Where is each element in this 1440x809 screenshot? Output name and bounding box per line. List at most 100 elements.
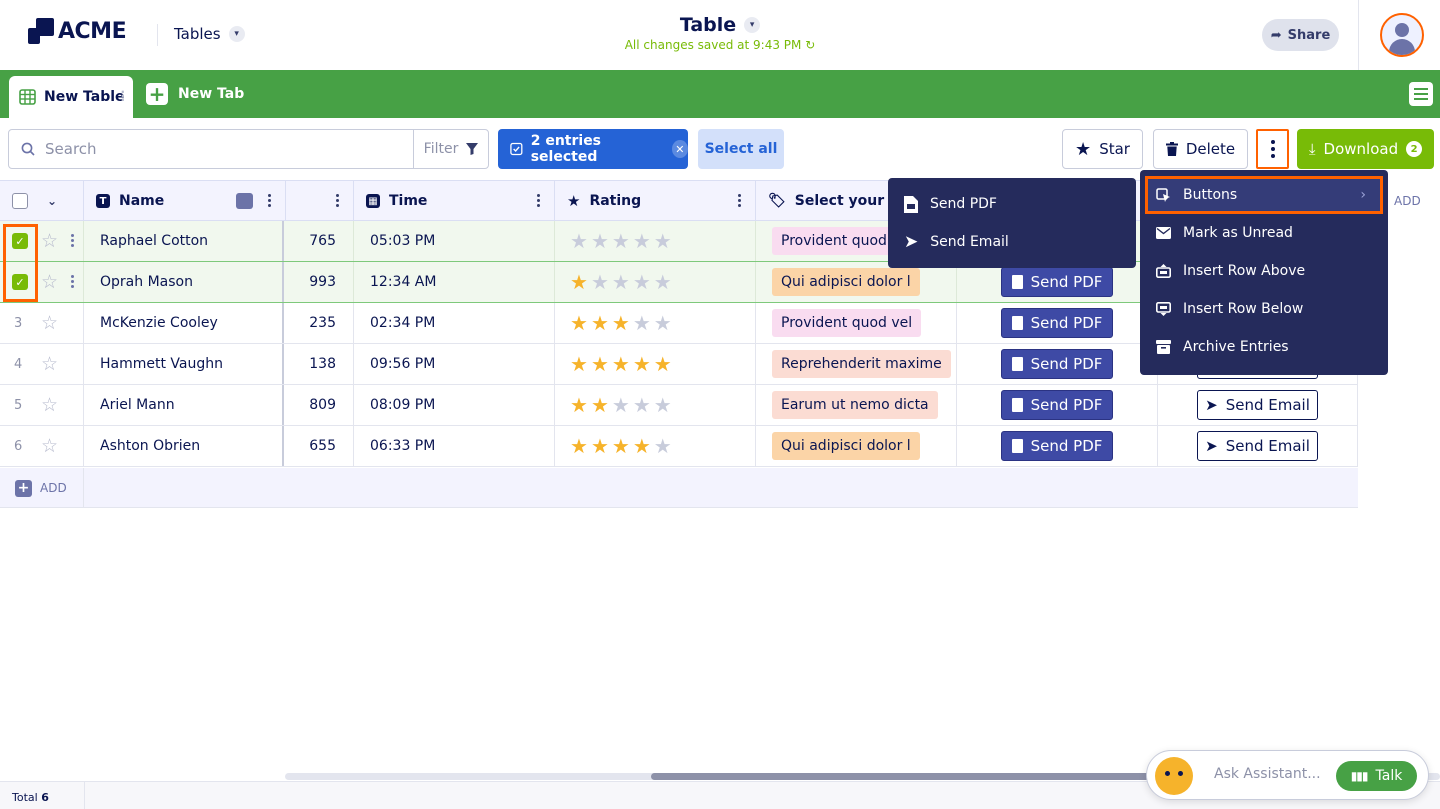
- rating-star-icon[interactable]: ★: [591, 313, 609, 333]
- option-cell[interactable]: Qui adipisci dolor l: [756, 426, 957, 466]
- rating-star-icon[interactable]: ★: [570, 272, 588, 292]
- assistant-widget[interactable]: Ask Assistant... ▮▮▮ Talk: [1146, 750, 1429, 800]
- tab-options-icon[interactable]: · · ·: [120, 86, 125, 106]
- rating-cell[interactable]: ★ ★ ★ ★ ★: [555, 426, 756, 466]
- rating-star-icon[interactable]: ★: [633, 231, 651, 251]
- rating-star-icon[interactable]: ★: [633, 272, 651, 292]
- rating-cell[interactable]: ★ ★ ★ ★ ★: [555, 262, 756, 302]
- name-cell[interactable]: Ariel Mann: [84, 385, 284, 425]
- number-cell[interactable]: 655: [286, 426, 354, 466]
- time-cell[interactable]: 09:56 PM: [354, 344, 555, 384]
- send-pdf-button[interactable]: Send PDF: [1001, 308, 1113, 338]
- rating-star-icon[interactable]: ★: [612, 436, 630, 456]
- star-outline-icon[interactable]: ☆: [41, 354, 58, 374]
- rating-star-icon[interactable]: ★: [654, 272, 672, 292]
- column-header-rating[interactable]: ★ Rating: [555, 181, 756, 221]
- rating-star-icon[interactable]: ★: [570, 395, 588, 415]
- row-menu-icon[interactable]: [71, 275, 74, 288]
- send-email-button[interactable]: ➤ Send Email: [1197, 431, 1318, 461]
- star-outline-icon[interactable]: ☆: [41, 436, 58, 456]
- hamburger-menu-icon[interactable]: [1409, 82, 1433, 106]
- rating-star-icon[interactable]: ★: [654, 395, 672, 415]
- name-cell[interactable]: Ashton Obrien: [84, 426, 284, 466]
- column-header-number[interactable]: [286, 181, 354, 221]
- rating-star-icon[interactable]: ★: [612, 231, 630, 251]
- time-cell[interactable]: 06:33 PM: [354, 426, 555, 466]
- rating-star-icon[interactable]: ★: [591, 395, 609, 415]
- option-cell[interactable]: Provident quod vel: [756, 303, 957, 343]
- menu-item-insert-below[interactable]: Insert Row Below: [1140, 290, 1388, 328]
- rating-star-icon[interactable]: ★: [570, 354, 588, 374]
- menu-item-buttons[interactable]: Buttons ›: [1145, 176, 1383, 214]
- send-pdf-button[interactable]: Send PDF: [1001, 349, 1113, 379]
- name-cell[interactable]: Hammett Vaughn: [84, 344, 284, 384]
- column-header-name[interactable]: T Name: [84, 181, 286, 221]
- send-pdf-button[interactable]: Send PDF: [1001, 267, 1113, 297]
- star-outline-icon[interactable]: ☆: [41, 395, 58, 415]
- add-row-button[interactable]: + ADD: [0, 468, 84, 508]
- rating-star-icon[interactable]: ★: [591, 354, 609, 374]
- column-header-time[interactable]: ▦ Time: [354, 181, 555, 221]
- rating-star-icon[interactable]: ★: [612, 313, 630, 333]
- page-title[interactable]: Table ▾: [680, 14, 761, 36]
- column-menu-icon[interactable]: [268, 194, 271, 207]
- name-cell[interactable]: McKenzie Cooley: [84, 303, 284, 343]
- submenu-item-send-email[interactable]: ➤ Send Email: [888, 223, 1136, 261]
- rating-star-icon[interactable]: ★: [570, 436, 588, 456]
- menu-item-archive[interactable]: Archive Entries: [1140, 328, 1388, 366]
- name-cell[interactable]: Oprah Mason: [84, 262, 284, 302]
- star-outline-icon[interactable]: ☆: [41, 231, 58, 251]
- send-email-button[interactable]: ➤ Send Email: [1197, 390, 1318, 420]
- number-cell[interactable]: 765: [286, 221, 354, 261]
- rating-cell[interactable]: ★ ★ ★ ★ ★: [555, 344, 756, 384]
- number-cell[interactable]: 138: [286, 344, 354, 384]
- rating-star-icon[interactable]: ★: [570, 313, 588, 333]
- menu-item-insert-above[interactable]: Insert Row Above: [1140, 252, 1388, 290]
- select-all-checkbox[interactable]: [12, 193, 28, 209]
- time-cell[interactable]: 12:34 AM: [354, 262, 555, 302]
- rating-star-icon[interactable]: ★: [612, 272, 630, 292]
- star-outline-icon[interactable]: ☆: [41, 272, 58, 292]
- filter-button[interactable]: Filter: [413, 129, 489, 169]
- chevron-down-icon[interactable]: ⌄: [47, 194, 57, 208]
- tables-dropdown[interactable]: Tables ▾: [174, 25, 245, 43]
- rating-star-icon[interactable]: ★: [570, 231, 588, 251]
- star-button[interactable]: ★ Star: [1062, 129, 1143, 169]
- rating-star-icon[interactable]: ★: [591, 272, 609, 292]
- select-all-button[interactable]: Select all: [698, 129, 784, 169]
- rating-star-icon[interactable]: ★: [612, 354, 630, 374]
- search-input[interactable]: [45, 140, 385, 158]
- rating-star-icon[interactable]: ★: [654, 231, 672, 251]
- time-cell[interactable]: 02:34 PM: [354, 303, 555, 343]
- delete-button[interactable]: Delete: [1153, 129, 1248, 169]
- column-menu-icon[interactable]: [537, 194, 540, 207]
- pin-icon[interactable]: [236, 193, 253, 209]
- row-menu-icon[interactable]: [71, 234, 74, 247]
- table-row[interactable]: 5 ☆ Ariel Mann 809 08:09 PM ★ ★ ★ ★ ★ Earum …: [0, 385, 1358, 426]
- rating-cell[interactable]: ★ ★ ★ ★ ★: [555, 385, 756, 425]
- rating-star-icon[interactable]: ★: [633, 354, 651, 374]
- clear-selection-icon[interactable]: ✕: [671, 140, 688, 158]
- selection-chip[interactable]: 2 entries selected ✕: [498, 129, 688, 169]
- rating-star-icon[interactable]: ★: [654, 354, 672, 374]
- rating-star-icon[interactable]: ★: [612, 395, 630, 415]
- table-row[interactable]: 6 ☆ Ashton Obrien 655 06:33 PM ★ ★ ★ ★ ★ Qui…: [0, 426, 1358, 467]
- option-cell[interactable]: Reprehenderit maxime: [756, 344, 957, 384]
- send-pdf-button[interactable]: Send PDF: [1001, 390, 1113, 420]
- send-pdf-button[interactable]: Send PDF: [1001, 431, 1113, 461]
- assistant-input[interactable]: Ask Assistant...: [1214, 766, 1321, 782]
- tab-new-table[interactable]: New Table · · ·: [9, 76, 133, 118]
- rating-star-icon[interactable]: ★: [591, 436, 609, 456]
- star-outline-icon[interactable]: ☆: [41, 313, 58, 333]
- share-button[interactable]: ➦ Share: [1262, 19, 1339, 51]
- number-cell[interactable]: 235: [286, 303, 354, 343]
- name-cell[interactable]: Raphael Cotton: [84, 221, 284, 261]
- rating-star-icon[interactable]: ★: [633, 436, 651, 456]
- rating-star-icon[interactable]: ★: [633, 313, 651, 333]
- talk-button[interactable]: ▮▮▮ Talk: [1336, 761, 1417, 791]
- column-menu-icon[interactable]: [738, 194, 741, 207]
- rating-star-icon[interactable]: ★: [654, 313, 672, 333]
- time-cell[interactable]: 05:03 PM: [354, 221, 555, 261]
- new-tab-button[interactable]: + New Tab: [146, 83, 244, 105]
- rating-star-icon[interactable]: ★: [591, 231, 609, 251]
